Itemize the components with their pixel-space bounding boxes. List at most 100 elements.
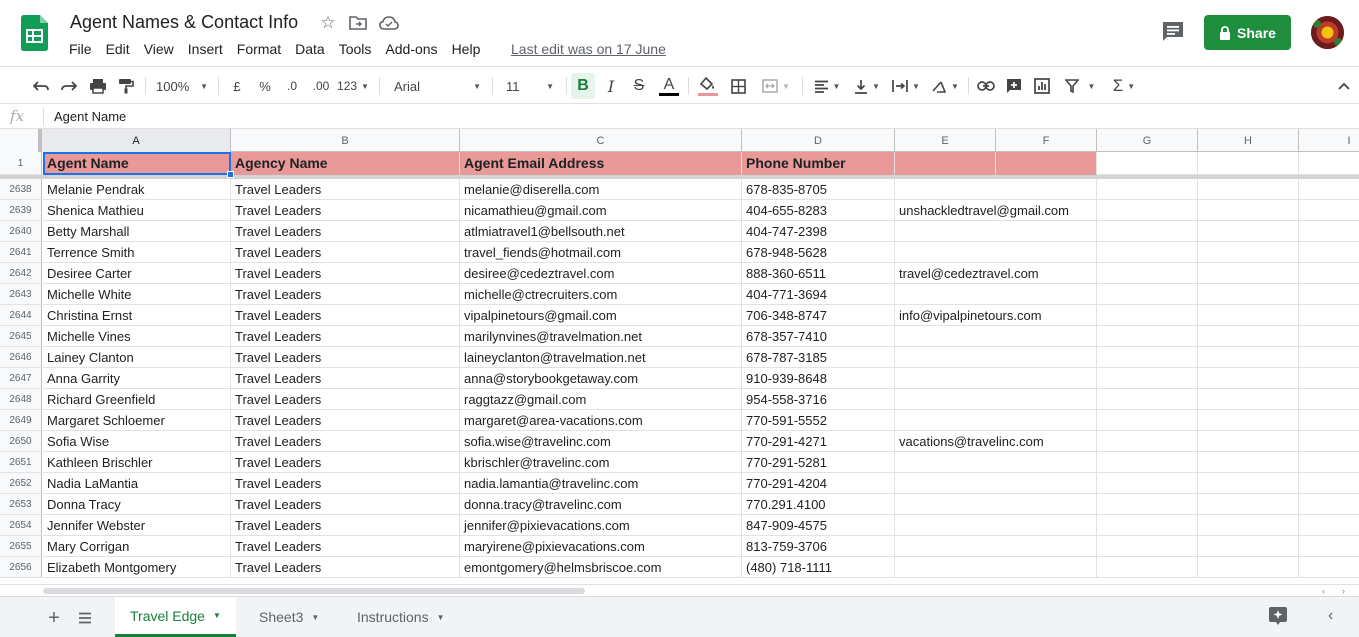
empty-cell[interactable]: [996, 536, 1097, 557]
empty-cell[interactable]: [1198, 242, 1299, 263]
header-cell-h[interactable]: [1198, 152, 1299, 175]
menu-add-ons[interactable]: Add-ons: [378, 39, 444, 61]
empty-cell[interactable]: [1299, 536, 1359, 557]
header-cell-agency-name[interactable]: Agency Name: [231, 152, 460, 175]
cell-agent-name[interactable]: Michelle Vines: [43, 326, 231, 347]
empty-cell[interactable]: [996, 326, 1097, 347]
chevron-down-icon[interactable]: ▼: [437, 613, 445, 622]
borders-icon[interactable]: [727, 73, 749, 99]
formula-input[interactable]: Agent Name: [54, 109, 126, 124]
row-number[interactable]: 2655: [0, 536, 42, 557]
cell-agent-name[interactable]: Michelle White: [43, 284, 231, 305]
cell-alt-email[interactable]: [895, 179, 996, 200]
cell-agent-name[interactable]: Desiree Carter: [43, 263, 231, 284]
row-number[interactable]: 2639: [0, 200, 42, 221]
cell-alt-email[interactable]: [895, 410, 996, 431]
vertical-align-icon[interactable]: ▼: [850, 73, 884, 99]
empty-cell[interactable]: [1097, 326, 1198, 347]
row-number[interactable]: 2647: [0, 368, 42, 389]
fill-color-button[interactable]: [696, 73, 720, 99]
star-icon[interactable]: ☆: [318, 13, 338, 33]
empty-cell[interactable]: [1198, 557, 1299, 578]
empty-cell[interactable]: [996, 263, 1097, 284]
cell-alt-email[interactable]: [895, 347, 996, 368]
scroll-left-icon[interactable]: ‹: [1322, 586, 1325, 596]
cell-agent-email[interactable]: raggtazz@gmail.com: [460, 389, 742, 410]
row-number[interactable]: 2649: [0, 410, 42, 431]
cell-alt-email[interactable]: [895, 536, 996, 557]
text-rotation-icon[interactable]: ▼: [928, 73, 962, 99]
empty-cell[interactable]: [1097, 515, 1198, 536]
cell-phone-number[interactable]: 678-835-8705: [742, 179, 895, 200]
cell-alt-email[interactable]: [895, 473, 996, 494]
cell-phone-number[interactable]: 706-348-8747: [742, 305, 895, 326]
undo-icon[interactable]: [30, 73, 52, 99]
empty-cell[interactable]: [1198, 263, 1299, 284]
empty-cell[interactable]: [1198, 431, 1299, 452]
cell-agent-email[interactable]: vipalpinetours@gmail.com: [460, 305, 742, 326]
header-cell-agent-name[interactable]: Agent Name: [43, 152, 231, 175]
cell-agent-email[interactable]: sofia.wise@travelinc.com: [460, 431, 742, 452]
cell-agent-email[interactable]: donna.tracy@travelinc.com: [460, 494, 742, 515]
cell-agency-name[interactable]: Travel Leaders: [231, 263, 460, 284]
empty-cell[interactable]: [996, 179, 1097, 200]
cell-alt-email[interactable]: info@vipalpinetours.com: [895, 305, 1042, 326]
row-number[interactable]: 2638: [0, 179, 42, 200]
empty-cell[interactable]: [1299, 389, 1359, 410]
cell-agency-name[interactable]: Travel Leaders: [231, 221, 460, 242]
cell-alt-email[interactable]: [895, 242, 996, 263]
percent-format-button[interactable]: %: [254, 73, 276, 99]
cell-phone-number[interactable]: 404-747-2398: [742, 221, 895, 242]
row-number[interactable]: 2641: [0, 242, 42, 263]
empty-cell[interactable]: [996, 389, 1097, 410]
empty-cell[interactable]: [1097, 410, 1198, 431]
empty-cell[interactable]: [1299, 200, 1359, 221]
fill-handle[interactable]: [227, 171, 234, 178]
empty-cell[interactable]: [1097, 221, 1198, 242]
column-header-g[interactable]: G: [1097, 129, 1198, 152]
column-header-b[interactable]: B: [231, 129, 460, 152]
cell-alt-email[interactable]: [895, 326, 996, 347]
cell-agent-name[interactable]: Donna Tracy: [43, 494, 231, 515]
cell-agent-name[interactable]: Lainey Clanton: [43, 347, 231, 368]
cell-phone-number[interactable]: 770-591-5552: [742, 410, 895, 431]
cell-agency-name[interactable]: Travel Leaders: [231, 389, 460, 410]
cell-alt-email[interactable]: [895, 368, 996, 389]
empty-cell[interactable]: [1299, 284, 1359, 305]
empty-cell[interactable]: [1198, 410, 1299, 431]
chevron-down-icon[interactable]: ▼: [311, 613, 319, 622]
cell-phone-number[interactable]: 404-655-8283: [742, 200, 895, 221]
menu-edit[interactable]: Edit: [99, 39, 137, 61]
empty-cell[interactable]: [1198, 200, 1299, 221]
empty-cell[interactable]: [1097, 179, 1198, 200]
cell-phone-number[interactable]: 678-357-7410: [742, 326, 895, 347]
cell-alt-email[interactable]: [895, 389, 996, 410]
row-number[interactable]: 2653: [0, 494, 42, 515]
cell-agency-name[interactable]: Travel Leaders: [231, 326, 460, 347]
empty-cell[interactable]: [1198, 221, 1299, 242]
cell-agent-name[interactable]: Shenica Mathieu: [43, 200, 231, 221]
empty-cell[interactable]: [1198, 326, 1299, 347]
cell-agent-name[interactable]: Kathleen Brischler: [43, 452, 231, 473]
cell-agent-name[interactable]: Melanie Pendrak: [43, 179, 231, 200]
cell-alt-email[interactable]: [895, 557, 996, 578]
cell-phone-number[interactable]: 770-291-4204: [742, 473, 895, 494]
empty-cell[interactable]: [1198, 494, 1299, 515]
chevron-down-icon[interactable]: ▼: [213, 611, 221, 620]
cell-phone-number[interactable]: 954-558-3716: [742, 389, 895, 410]
paint-format-icon[interactable]: [115, 73, 137, 99]
cell-phone-number[interactable]: (480) 718-1111: [742, 557, 895, 578]
scroll-right-icon[interactable]: ›: [1342, 586, 1345, 596]
cell-agent-name[interactable]: Richard Greenfield: [43, 389, 231, 410]
header-cell-i[interactable]: [1299, 152, 1359, 175]
header-cell-g[interactable]: [1097, 152, 1198, 175]
empty-cell[interactable]: [996, 368, 1097, 389]
cell-agent-email[interactable]: nadia.lamantia@travelinc.com: [460, 473, 742, 494]
empty-cell[interactable]: [1299, 452, 1359, 473]
empty-cell[interactable]: [1198, 389, 1299, 410]
number-format-select[interactable]: 123 ▼: [336, 73, 370, 99]
empty-cell[interactable]: [1097, 452, 1198, 473]
strikethrough-button[interactable]: S: [628, 73, 650, 99]
cell-agency-name[interactable]: Travel Leaders: [231, 284, 460, 305]
cell-agency-name[interactable]: Travel Leaders: [231, 431, 460, 452]
